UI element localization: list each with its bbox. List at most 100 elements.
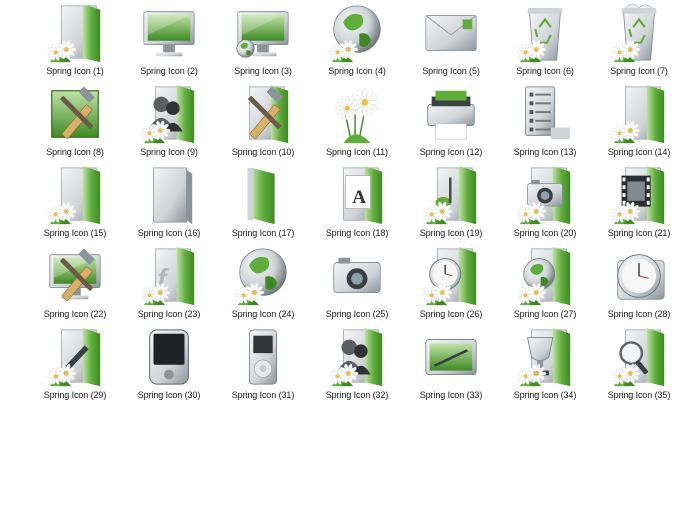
door-icon	[47, 165, 101, 225]
icon-label: Spring Icon (8)	[46, 147, 104, 157]
door-icon	[47, 3, 101, 63]
pda-icon	[149, 329, 189, 385]
icon-tile[interactable]: Spring Icon (22)	[28, 243, 122, 324]
icon-tile[interactable]: Spring Icon (21)	[592, 162, 686, 243]
icon-tile[interactable]: Spring Icon (15)	[28, 162, 122, 243]
tools-icon	[51, 86, 99, 139]
icon-label: Spring Icon (5)	[422, 66, 480, 76]
icon-label: Spring Icon (30)	[137, 390, 201, 400]
icon-grid: Spring Icon (1) Spring Icon (2) Spring I…	[28, 0, 688, 405]
globe-icon	[329, 5, 381, 63]
icon-tile[interactable]: Spring Icon (1)	[28, 0, 122, 81]
icon-label: Spring Icon (34)	[513, 390, 577, 400]
icon-label: Spring Icon (25)	[325, 309, 389, 319]
icon-label: Spring Icon (21)	[607, 228, 671, 238]
icon-tile[interactable]: Spring Icon (17)	[216, 162, 310, 243]
icon-tile[interactable]: Spring Icon (19)	[404, 162, 498, 243]
icon-label: Spring Icon (17)	[231, 228, 295, 238]
icon-label: Spring Icon (15)	[43, 228, 107, 238]
monitor-icon	[143, 11, 195, 57]
music-player-icon	[249, 329, 277, 385]
icon-label: Spring Icon (2)	[140, 66, 198, 76]
icon-tile[interactable]: Spring Icon (33)	[404, 324, 498, 405]
icon-label: Spring Icon (1)	[46, 66, 104, 76]
icon-tile[interactable]: Spring Icon (11)	[310, 81, 404, 162]
icon-label: Spring Icon (4)	[328, 66, 386, 76]
camera-door-icon	[517, 165, 571, 225]
icon-tile[interactable]: Spring Icon (10)	[216, 81, 310, 162]
icon-label: Spring Icon (19)	[419, 228, 483, 238]
icon-label: Spring Icon (26)	[419, 309, 483, 319]
icon-tile[interactable]: Spring Icon (2)	[122, 0, 216, 81]
icon-tile[interactable]: Spring Icon (35)	[592, 324, 686, 405]
icon-tile[interactable]: Spring Icon (30)	[122, 324, 216, 405]
pen-door-icon	[47, 327, 101, 387]
icon-tile[interactable]: Spring Icon (4)	[310, 0, 404, 81]
icon-tile[interactable]: Spring Icon (16)	[122, 162, 216, 243]
icon-tile[interactable]: Spring Icon (32)	[310, 324, 404, 405]
icon-tile[interactable]: Spring Icon (25)	[310, 243, 404, 324]
icon-label: Spring Icon (27)	[513, 309, 577, 319]
users-door-icon	[329, 327, 383, 387]
svg-text:A: A	[352, 187, 366, 208]
icon-tile[interactable]: Spring Icon (34)	[498, 324, 592, 405]
icon-tile[interactable]: A Spring Icon (18)	[310, 162, 404, 243]
icon-tile[interactable]: Spring Icon (14)	[592, 81, 686, 162]
camera-icon	[333, 257, 381, 294]
icon-tile[interactable]: Spring Icon (31)	[216, 324, 310, 405]
icon-tile[interactable]: Spring Icon (7)	[592, 0, 686, 81]
icon-tile[interactable]: Spring Icon (12)	[404, 81, 498, 162]
icon-label: Spring Icon (28)	[607, 309, 671, 319]
users-door-icon	[141, 84, 195, 144]
printer-icon	[427, 90, 475, 140]
pen-tablet-icon	[425, 339, 477, 375]
icon-tile[interactable]: Spring Icon (26)	[404, 243, 498, 324]
icon-tile[interactable]: Spring Icon (24)	[216, 243, 310, 324]
recycle-bin-empty-icon	[517, 7, 563, 63]
icon-label: Spring Icon (31)	[231, 390, 295, 400]
icon-label: Spring Icon (24)	[231, 309, 295, 319]
icon-tile[interactable]: Spring Icon (20)	[498, 162, 592, 243]
silver-door-icon	[153, 167, 193, 225]
icon-label: Spring Icon (29)	[43, 390, 107, 400]
icon-label: Spring Icon (22)	[43, 309, 107, 319]
daisies-icon	[335, 87, 380, 144]
icon-tile[interactable]: Spring Icon (27)	[498, 243, 592, 324]
icon-tile[interactable]: Spring Icon (9)	[122, 81, 216, 162]
music-door-icon	[423, 165, 477, 225]
icon-label: Spring Icon (11)	[326, 147, 388, 157]
icon-label: Spring Icon (7)	[610, 66, 668, 76]
search-door-icon	[611, 327, 665, 387]
icon-tile[interactable]: Spring Icon (13)	[498, 81, 592, 162]
icon-tile[interactable]: Spring Icon (5)	[404, 0, 498, 81]
monitor-globe-icon	[236, 11, 289, 58]
flash-door-icon: f	[141, 246, 195, 306]
icon-label: Spring Icon (35)	[607, 390, 671, 400]
control-panel-icon	[525, 86, 571, 140]
globe-icon	[235, 248, 287, 306]
icon-label: Spring Icon (13)	[513, 147, 577, 157]
recycle-bin-full-icon	[611, 3, 657, 63]
icon-tile[interactable]: Spring Icon (3)	[216, 0, 310, 81]
globe-door-icon	[517, 246, 571, 306]
icon-label: Spring Icon (16)	[137, 228, 201, 238]
envelope-icon	[425, 15, 477, 51]
icon-label: Spring Icon (9)	[140, 147, 198, 157]
icon-label: Spring Icon (18)	[325, 228, 389, 238]
film-door-icon	[611, 165, 665, 225]
icon-label: Spring Icon (23)	[137, 309, 201, 319]
trophy-door-icon	[517, 327, 571, 387]
icon-label: Spring Icon (14)	[607, 147, 671, 157]
door-icon	[611, 84, 665, 144]
fonts-door-icon: A	[343, 165, 383, 225]
icon-label: Spring Icon (33)	[419, 390, 483, 400]
icon-label: Spring Icon (32)	[325, 390, 389, 400]
icon-tile[interactable]: f Spring Icon (23)	[122, 243, 216, 324]
icon-tile[interactable]: Spring Icon (8)	[28, 81, 122, 162]
clock-icon	[617, 254, 665, 300]
icon-tile[interactable]: Spring Icon (6)	[498, 0, 592, 81]
icon-tile[interactable]: Spring Icon (28)	[592, 243, 686, 324]
monitor-tools-icon	[49, 248, 101, 301]
icon-label: Spring Icon (12)	[419, 147, 483, 157]
icon-tile[interactable]: Spring Icon (29)	[28, 324, 122, 405]
